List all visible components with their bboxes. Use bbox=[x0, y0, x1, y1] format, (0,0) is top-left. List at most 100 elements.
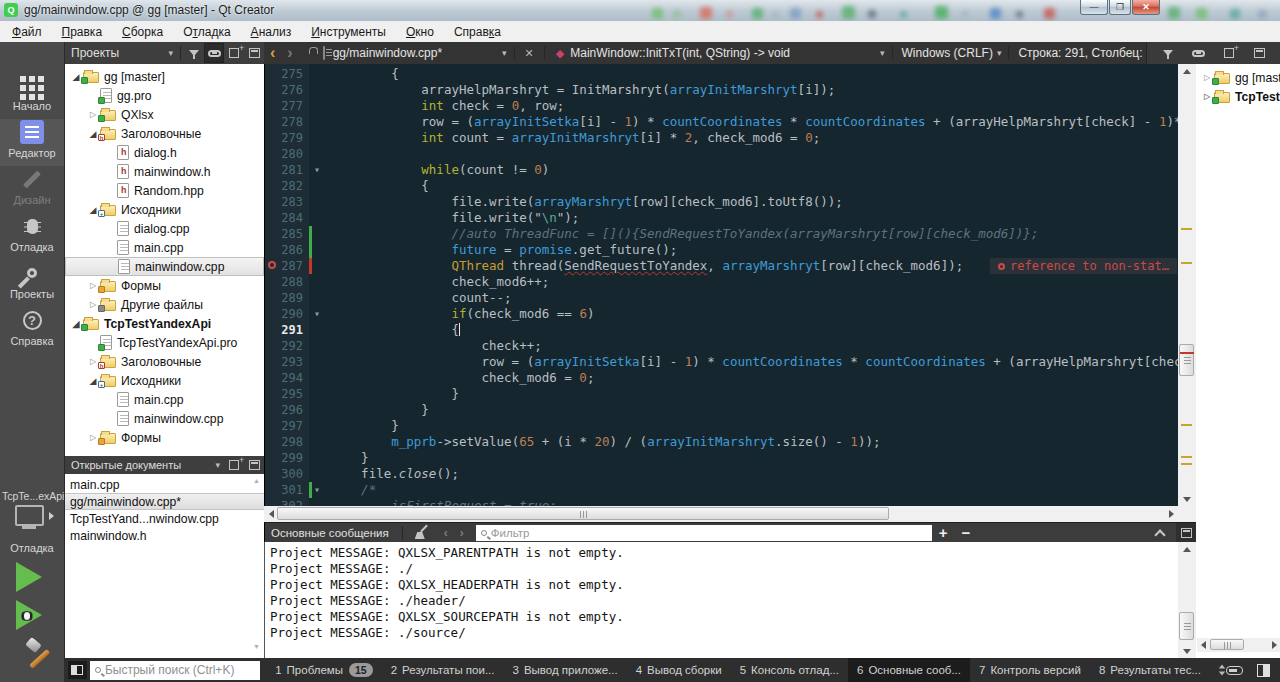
scrollbar-thumb[interactable] bbox=[277, 507, 889, 520]
scroll-up-icon[interactable]: ▲ bbox=[253, 477, 260, 484]
code-line-282[interactable]: 282 { bbox=[265, 178, 1178, 194]
go-back-button[interactable]: ‹ bbox=[270, 45, 275, 61]
output-tab-7[interactable]: 7Контроль версий bbox=[970, 658, 1090, 682]
pane-selector-dropdown[interactable]: Проекты bbox=[65, 46, 164, 60]
code-line-302[interactable]: 302 isFirstRequest = true; bbox=[265, 498, 1178, 506]
project-tree-item-формы[interactable]: ▷Формы bbox=[65, 428, 264, 447]
right-tree-item-tcptestyandexapi[interactable]: ▷TcpTestYandexApi bbox=[1196, 87, 1280, 106]
project-tree-item-формы[interactable]: ▷Формы bbox=[65, 276, 264, 295]
output-tab-3[interactable]: 3Вывод приложе... bbox=[503, 658, 626, 682]
scrollbar-thumb[interactable] bbox=[1179, 344, 1194, 376]
output-filter-field[interactable] bbox=[476, 525, 932, 541]
clear-output-icon[interactable] bbox=[414, 525, 430, 540]
right-panel-horizontal-scrollbar[interactable] bbox=[1197, 638, 1280, 652]
zoom-in-button[interactable]: + bbox=[939, 524, 948, 541]
split-pane-button[interactable] bbox=[1219, 43, 1239, 63]
code-line-290[interactable]: 290▾ if(check_mod6 == 6) bbox=[265, 306, 1178, 322]
menu-item-справка[interactable]: Справка bbox=[444, 22, 511, 42]
project-tree-item-qxlsx[interactable]: ▷QXlsx bbox=[65, 105, 264, 124]
project-tree-item-mainwindow.h[interactable]: mainwindow.h bbox=[65, 162, 264, 181]
right-tree-item-gg [master][interactable]: ▷gg [master] bbox=[1196, 68, 1280, 87]
close-button[interactable]: ✕ bbox=[1132, 0, 1160, 15]
output-tab-2[interactable]: 2Результаты пои... bbox=[382, 658, 504, 682]
progress-indicator-icon[interactable] bbox=[1226, 666, 1243, 675]
open-file-dropdown[interactable]: gg/mainwindow.cpp* bbox=[333, 46, 442, 60]
project-tree-item-tcptestyandexapi.pro[interactable]: TcpTestYandexApi.pro bbox=[65, 333, 264, 352]
menu-item-отладка[interactable]: Отладка bbox=[173, 22, 240, 42]
split-pane-button[interactable] bbox=[224, 43, 244, 63]
prev-item-button[interactable]: ‹ bbox=[444, 526, 448, 540]
minimize-output-button[interactable] bbox=[1176, 523, 1196, 543]
output-tab-1[interactable]: 1Проблемы15 bbox=[266, 658, 382, 682]
toggle-left-sidebar-button[interactable] bbox=[68, 661, 87, 679]
code-line-298[interactable]: 298 m_pprb->setValue(65 + (i * 20) / (ar… bbox=[265, 434, 1178, 450]
maximize-output-button[interactable] bbox=[1154, 529, 1165, 540]
code-line-297[interactable]: 297 } bbox=[265, 418, 1178, 434]
output-tab-4[interactable]: 4Вывод сборки bbox=[627, 658, 731, 682]
project-tree-item-заголовочные[interactable]: ◢Заголовочные bbox=[65, 124, 264, 143]
filter-tree-button[interactable] bbox=[184, 43, 204, 63]
code-line-292[interactable]: 292 check++; bbox=[265, 338, 1178, 354]
project-tree-item-исходники[interactable]: ◢Исходники bbox=[65, 371, 264, 390]
code-line-285[interactable]: 285 //auto ThreadFunc = [](){SendRequest… bbox=[265, 226, 1178, 242]
locator-field[interactable] bbox=[90, 661, 260, 680]
encoding-dropdown[interactable]: Windows (CRLF) bbox=[902, 46, 993, 60]
open-doc-tcptestyand...nwindow.cpp[interactable]: TcpTestYand...nwindow.cpp bbox=[65, 510, 264, 527]
open-doc-gg/mainwindow.cpp*[interactable]: gg/mainwindow.cpp* bbox=[65, 493, 264, 510]
filter-tree-button[interactable] bbox=[1158, 43, 1178, 63]
scrollbar-thumb[interactable] bbox=[1210, 639, 1244, 650]
sync-with-editor-button[interactable] bbox=[1188, 43, 1208, 63]
code-line-278[interactable]: 278 row = (arrayInitSetka[i] - 1) * coun… bbox=[265, 114, 1178, 130]
next-item-button[interactable]: › bbox=[460, 526, 464, 540]
project-tree-item-другие файлы[interactable]: ▷Другие файлы bbox=[65, 295, 264, 314]
output-filter-input[interactable] bbox=[491, 527, 932, 539]
project-tree-item-mainwindow.cpp[interactable]: mainwindow.cpp bbox=[65, 257, 264, 276]
output-tab-6[interactable]: 6Основные сооб... bbox=[848, 658, 970, 682]
project-tree-item-исходники[interactable]: ◢Исходники bbox=[65, 200, 264, 219]
symbol-dropdown[interactable]: MainWindow::InitTxT(int, QString) -> voi… bbox=[570, 46, 790, 60]
mode-help[interactable]: ?Справка bbox=[0, 307, 64, 354]
editor-horizontal-scrollbar[interactable] bbox=[264, 506, 1178, 522]
project-tree-item-tcptestyandexapi[interactable]: ◢TcpTestYandexApi bbox=[65, 314, 264, 333]
menu-item-сборка[interactable]: Сборка bbox=[112, 22, 173, 42]
code-line-286[interactable]: 286 future = promise.get_future(); bbox=[265, 242, 1178, 258]
kit-selector-icon[interactable] bbox=[15, 505, 44, 526]
project-tree-item-gg.pro[interactable]: gg.pro bbox=[65, 86, 264, 105]
open-doc-main.cpp[interactable]: main.cpp bbox=[65, 476, 264, 493]
locator-input[interactable] bbox=[105, 663, 260, 677]
code-line-276[interactable]: 276 arrayHelpMarshryt = InitMarshryt(arr… bbox=[265, 82, 1178, 98]
code-line-283[interactable]: 283 file.write(arrayMarshryt[row][check_… bbox=[265, 194, 1178, 210]
code-line-284[interactable]: 284 file.write("\n"); bbox=[265, 210, 1178, 226]
mode-wrench[interactable]: Проекты bbox=[0, 260, 64, 307]
menu-item-файл[interactable]: Файл bbox=[2, 22, 52, 42]
project-tree-item-main.cpp[interactable]: main.cpp bbox=[65, 238, 264, 257]
code-line-296[interactable]: 296 } bbox=[265, 402, 1178, 418]
code-line-293[interactable]: 293 row = (arrayInitSetka[i] - 1) * coun… bbox=[265, 354, 1178, 370]
mode-editor[interactable]: Редактор bbox=[0, 119, 64, 166]
close-pane-button[interactable] bbox=[244, 43, 264, 63]
scroll-down-icon[interactable]: ▼ bbox=[253, 643, 260, 650]
close-pane-button[interactable] bbox=[1249, 43, 1269, 63]
mode-grid[interactable]: Начало bbox=[0, 72, 64, 119]
code-editor[interactable]: 275 {276 arrayHelpMarshryt = InitMarshry… bbox=[264, 64, 1178, 506]
scrollbar-thumb[interactable] bbox=[1179, 612, 1194, 640]
code-line-300[interactable]: 300 file.close(); bbox=[265, 466, 1178, 482]
run-button[interactable] bbox=[16, 562, 42, 592]
open-doc-mainwindow.h[interactable]: mainwindow.h bbox=[65, 527, 264, 544]
zoom-out-button[interactable]: − bbox=[962, 524, 971, 541]
project-tree-item-main.cpp[interactable]: main.cpp bbox=[65, 390, 264, 409]
output-tab-8[interactable]: 8Результаты тес... bbox=[1090, 658, 1210, 682]
chevron-down-icon[interactable]: ▾ bbox=[880, 48, 885, 58]
build-button[interactable] bbox=[14, 638, 50, 674]
code-line-301[interactable]: 301▾ /* bbox=[265, 482, 1178, 498]
run-debug-button[interactable] bbox=[16, 600, 50, 632]
code-line-289[interactable]: 289 count--; bbox=[265, 290, 1178, 306]
project-tree-item-random.hpp[interactable]: Random.hpp bbox=[65, 181, 264, 200]
code-line-279[interactable]: 279 int count = arrayInitMarshryt[i] * 2… bbox=[265, 130, 1178, 146]
code-line-287[interactable]: 287 QThread thread(SendRequestToYandex, … bbox=[265, 258, 1178, 274]
mode-debug[interactable]: Отладка bbox=[0, 213, 64, 260]
output-vertical-scrollbar[interactable] bbox=[1178, 542, 1196, 658]
code-line-299[interactable]: 299 } bbox=[265, 450, 1178, 466]
project-tree-item-dialog.cpp[interactable]: dialog.cpp bbox=[65, 219, 264, 238]
chevron-down-icon[interactable]: ▾ bbox=[215, 460, 220, 470]
